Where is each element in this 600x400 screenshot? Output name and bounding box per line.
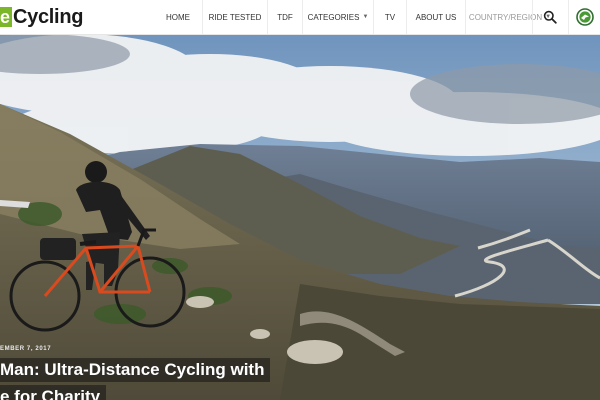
site-logo[interactable]: e Cycling [0, 0, 83, 34]
nav-categories-label: CATEGORIES [307, 12, 360, 22]
nav-categories[interactable]: CATEGORIES ▼ [303, 0, 374, 34]
logo-wordmark: Cycling [13, 5, 84, 28]
nav-about-us[interactable]: ABOUT US [407, 0, 466, 34]
article-headline[interactable]: Man: Ultra-Distance Cycling with e for C… [0, 358, 300, 400]
top-navigation-bar: e Cycling HOME RIDE TESTED TDF CATEGORIE… [0, 0, 600, 35]
article-date: EMBER 7, 2017 [0, 346, 52, 352]
hero-banner[interactable]: EMBER 7, 2017 Man: Ultra-Distance Cyclin… [0, 34, 600, 400]
nav-home[interactable]: HOME [154, 0, 203, 34]
skoda-logo-icon [576, 8, 594, 26]
nav-tv[interactable]: TV [374, 0, 407, 34]
main-nav: HOME RIDE TESTED TDF CATEGORIES ▼ TV ABO… [154, 0, 554, 34]
nav-tdf[interactable]: TDF [268, 0, 303, 34]
nav-ride-tested[interactable]: RIDE TESTED [203, 0, 268, 34]
logo-mark: e [0, 7, 13, 27]
hero-photo [0, 34, 600, 400]
chevron-down-icon: ▼ [362, 14, 369, 20]
brand-logo-button[interactable] [568, 0, 600, 34]
search-button[interactable] [532, 0, 567, 34]
headline-line-1: Man: Ultra-Distance Cycling with [0, 358, 271, 382]
headline-line-2: e for Charity [0, 385, 107, 400]
search-icon [543, 10, 557, 24]
